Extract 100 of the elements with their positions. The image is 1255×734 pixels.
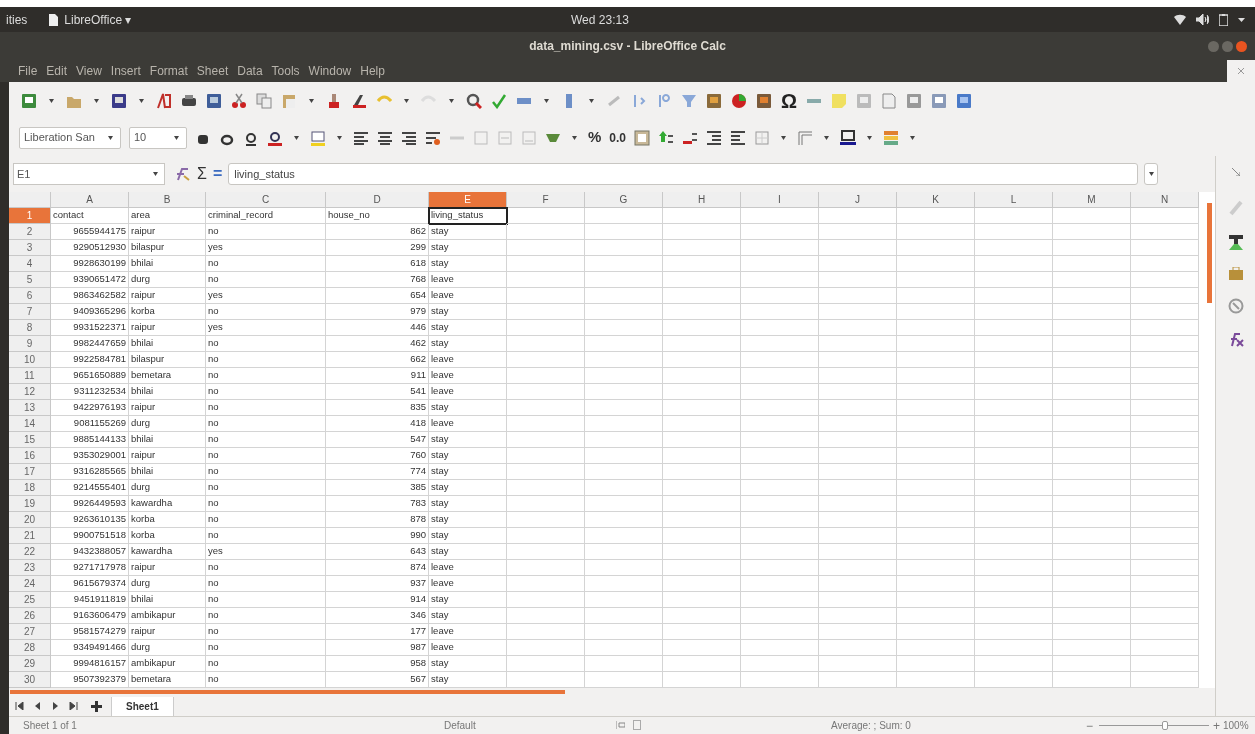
empty-cell[interactable]	[819, 624, 897, 640]
table-cell[interactable]: 914	[326, 592, 429, 608]
empty-cell[interactable]	[1053, 560, 1131, 576]
empty-cell[interactable]	[507, 496, 585, 512]
empty-cell[interactable]	[741, 544, 819, 560]
empty-cell[interactable]	[819, 304, 897, 320]
sum-button[interactable]: Σ	[197, 166, 207, 182]
dropdown-caret-icon[interactable]	[1148, 172, 1154, 176]
empty-cell[interactable]	[663, 352, 741, 368]
empty-cell[interactable]	[663, 432, 741, 448]
empty-cell[interactable]	[975, 208, 1053, 224]
empty-cell[interactable]	[585, 256, 663, 272]
scissors-icon[interactable]	[231, 92, 247, 109]
empty-cell[interactable]	[663, 464, 741, 480]
table-cell[interactable]: 937	[326, 576, 429, 592]
table-cell[interactable]: no	[206, 384, 326, 400]
empty-cell[interactable]	[741, 480, 819, 496]
formula-input-field[interactable]: living_status	[228, 163, 1139, 185]
table-cell[interactable]: durg	[129, 576, 206, 592]
empty-cell[interactable]	[585, 624, 663, 640]
table-cell[interactable]: 446	[326, 320, 429, 336]
table-cell[interactable]: 547	[326, 432, 429, 448]
table-cell[interactable]: stay	[429, 400, 507, 416]
table-cell[interactable]: no	[206, 592, 326, 608]
empty-cell[interactable]	[819, 512, 897, 528]
empty-cell[interactable]	[741, 576, 819, 592]
empty-cell[interactable]	[975, 544, 1053, 560]
empty-cell[interactable]	[585, 288, 663, 304]
table-cell[interactable]: 987	[326, 640, 429, 656]
table-cell[interactable]: no	[206, 656, 326, 672]
empty-cell[interactable]	[1053, 288, 1131, 304]
empty-cell[interactable]	[1053, 304, 1131, 320]
table-cell[interactable]: stay	[429, 336, 507, 352]
formula-button[interactable]: =	[212, 166, 223, 182]
empty-cell[interactable]	[663, 416, 741, 432]
empty-cell[interactable]	[1053, 416, 1131, 432]
center-vertically-icon[interactable]	[497, 129, 513, 146]
table-cell[interactable]: contact	[51, 208, 129, 224]
empty-cell[interactable]	[897, 336, 975, 352]
table-cell[interactable]: 643	[326, 544, 429, 560]
app-menu[interactable]: LibreOffice ▾	[64, 10, 132, 29]
table-cell[interactable]: 878	[326, 512, 429, 528]
empty-cell[interactable]	[1053, 352, 1131, 368]
empty-cell[interactable]	[897, 352, 975, 368]
table-cell[interactable]: no	[206, 496, 326, 512]
close-document-icon[interactable]	[1238, 68, 1244, 74]
table-cell[interactable]: no	[206, 368, 326, 384]
table-cell[interactable]: 618	[326, 256, 429, 272]
empty-cell[interactable]	[507, 416, 585, 432]
empty-cell[interactable]	[1053, 320, 1131, 336]
first-sheet-icon[interactable]	[15, 702, 24, 710]
empty-cell[interactable]	[663, 384, 741, 400]
row-header[interactable]: 27	[9, 624, 51, 640]
table-cell[interactable]: 9409365296	[51, 304, 129, 320]
table-cell[interactable]: no	[206, 608, 326, 624]
table-cell[interactable]: 783	[326, 496, 429, 512]
empty-cell[interactable]	[1131, 256, 1199, 272]
table-cell[interactable]: house_no	[326, 208, 429, 224]
table-cell[interactable]: yes	[206, 320, 326, 336]
empty-cell[interactable]	[507, 656, 585, 672]
empty-cell[interactable]	[507, 400, 585, 416]
empty-cell[interactable]	[975, 416, 1053, 432]
empty-cell[interactable]	[975, 576, 1053, 592]
empty-cell[interactable]	[975, 224, 1053, 240]
empty-cell[interactable]	[897, 288, 975, 304]
empty-cell[interactable]	[975, 528, 1053, 544]
table-cell[interactable]: durg	[129, 480, 206, 496]
row-header[interactable]: 23	[9, 560, 51, 576]
empty-cell[interactable]	[897, 224, 975, 240]
empty-cell[interactable]	[897, 416, 975, 432]
row-header[interactable]: 16	[9, 448, 51, 464]
table-cell[interactable]: raipur	[129, 224, 206, 240]
empty-cell[interactable]	[507, 640, 585, 656]
table-cell[interactable]: 9163606479	[51, 608, 129, 624]
table-cell[interactable]: criminal_record	[206, 208, 326, 224]
empty-cell[interactable]	[819, 544, 897, 560]
table-cell[interactable]: 9655944175	[51, 224, 129, 240]
row-header[interactable]: 8	[9, 320, 51, 336]
empty-cell[interactable]	[585, 304, 663, 320]
empty-cell[interactable]	[819, 416, 897, 432]
maximize-button[interactable]	[1222, 40, 1233, 52]
empty-cell[interactable]	[975, 432, 1053, 448]
table-cell[interactable]: raipur	[129, 560, 206, 576]
empty-cell[interactable]	[897, 496, 975, 512]
empty-cell[interactable]	[663, 576, 741, 592]
menu-item[interactable]: Sheet	[196, 62, 229, 80]
empty-cell[interactable]	[741, 624, 819, 640]
empty-cell[interactable]	[819, 368, 897, 384]
row-header[interactable]: 25	[9, 592, 51, 608]
table-cell[interactable]: no	[206, 400, 326, 416]
column-header[interactable]: A	[51, 192, 129, 208]
table-cell[interactable]: stay	[429, 528, 507, 544]
empty-cell[interactable]	[585, 544, 663, 560]
empty-cell[interactable]	[507, 448, 585, 464]
navigator-icon[interactable]	[1227, 298, 1244, 314]
empty-cell[interactable]	[585, 432, 663, 448]
number-format-button[interactable]: 0.0	[609, 128, 627, 147]
table-cell[interactable]: korba	[129, 304, 206, 320]
row-header[interactable]: 17	[9, 464, 51, 480]
empty-cell[interactable]	[585, 272, 663, 288]
